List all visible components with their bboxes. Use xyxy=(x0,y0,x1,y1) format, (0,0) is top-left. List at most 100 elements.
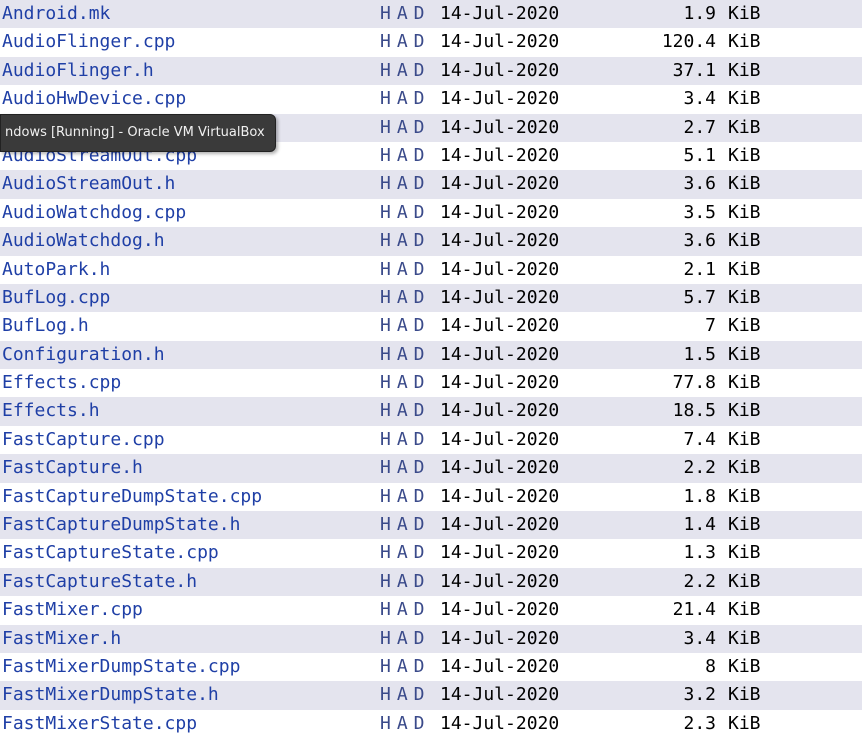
file-link[interactable]: Effects.h xyxy=(0,397,380,425)
had-links[interactable]: HAD xyxy=(380,85,440,113)
file-link[interactable]: AudioWatchdog.h xyxy=(0,227,380,255)
file-size: 7 xyxy=(600,312,720,340)
had-links[interactable]: HAD xyxy=(380,114,440,142)
file-link[interactable]: FastCaptureDumpState.cpp xyxy=(0,483,380,511)
file-link[interactable]: FastCaptureState.cpp xyxy=(0,539,380,567)
file-size: 1.8 xyxy=(600,483,720,511)
file-link[interactable]: FastCapture.cpp xyxy=(0,426,380,454)
file-date: 14-Jul-2020 xyxy=(440,539,600,567)
file-row: FastMixerDumpState.hHAD14-Jul-20203.2KiB xyxy=(0,681,862,709)
file-date: 14-Jul-2020 xyxy=(440,227,600,255)
file-size-unit: KiB xyxy=(720,142,770,170)
file-date: 14-Jul-2020 xyxy=(440,142,600,170)
had-links[interactable]: HAD xyxy=(380,710,440,738)
file-date: 14-Jul-2020 xyxy=(440,426,600,454)
file-size-unit: KiB xyxy=(720,397,770,425)
virtualbox-tooltip: ndows [Running] - Oracle VM VirtualBox xyxy=(0,114,276,152)
file-link[interactable]: AutoPark.h xyxy=(0,256,380,284)
file-listing: Android.mkHAD14-Jul-20201.9KiBAudioFling… xyxy=(0,0,862,738)
file-link[interactable]: FastCapture.h xyxy=(0,454,380,482)
had-links[interactable]: HAD xyxy=(380,284,440,312)
file-link[interactable]: BufLog.h xyxy=(0,312,380,340)
file-link[interactable]: AudioHwDevice.cpp xyxy=(0,85,380,113)
had-links[interactable]: HAD xyxy=(380,0,440,28)
file-row: FastMixer.hHAD14-Jul-20203.4KiB xyxy=(0,625,862,653)
had-links[interactable]: HAD xyxy=(380,539,440,567)
file-link[interactable]: Android.mk xyxy=(0,0,380,28)
file-row: AutoPark.hHAD14-Jul-20202.1KiB xyxy=(0,256,862,284)
had-links[interactable]: HAD xyxy=(380,483,440,511)
had-links[interactable]: HAD xyxy=(380,341,440,369)
had-links[interactable]: HAD xyxy=(380,142,440,170)
file-date: 14-Jul-2020 xyxy=(440,341,600,369)
file-link[interactable]: FastMixer.h xyxy=(0,625,380,653)
had-links[interactable]: HAD xyxy=(380,227,440,255)
file-date: 14-Jul-2020 xyxy=(440,28,600,56)
file-size: 2.3 xyxy=(600,710,720,738)
file-size-unit: KiB xyxy=(720,85,770,113)
had-links[interactable]: HAD xyxy=(380,199,440,227)
had-links[interactable]: HAD xyxy=(380,426,440,454)
had-links[interactable]: HAD xyxy=(380,170,440,198)
file-row: FastCaptureState.cppHAD14-Jul-20201.3KiB xyxy=(0,539,862,567)
file-size-unit: KiB xyxy=(720,312,770,340)
file-size: 120.4 xyxy=(600,28,720,56)
had-links[interactable]: HAD xyxy=(380,653,440,681)
file-size-unit: KiB xyxy=(720,568,770,596)
file-date: 14-Jul-2020 xyxy=(440,511,600,539)
file-size: 2.7 xyxy=(600,114,720,142)
file-size-unit: KiB xyxy=(720,57,770,85)
had-links[interactable]: HAD xyxy=(380,57,440,85)
file-size-unit: KiB xyxy=(720,454,770,482)
file-size-unit: KiB xyxy=(720,114,770,142)
had-links[interactable]: HAD xyxy=(380,28,440,56)
file-row: Configuration.hHAD14-Jul-20201.5KiB xyxy=(0,341,862,369)
file-date: 14-Jul-2020 xyxy=(440,114,600,142)
file-date: 14-Jul-2020 xyxy=(440,0,600,28)
file-link[interactable]: AudioFlinger.cpp xyxy=(0,28,380,56)
file-link[interactable]: Configuration.h xyxy=(0,341,380,369)
had-links[interactable]: HAD xyxy=(380,596,440,624)
file-date: 14-Jul-2020 xyxy=(440,199,600,227)
file-row: FastCapture.hHAD14-Jul-20202.2KiB xyxy=(0,454,862,482)
file-size: 1.5 xyxy=(600,341,720,369)
file-size: 1.3 xyxy=(600,539,720,567)
file-size: 3.6 xyxy=(600,227,720,255)
file-size: 5.7 xyxy=(600,284,720,312)
file-row: FastMixerState.cppHAD14-Jul-20202.3KiB xyxy=(0,710,862,738)
had-links[interactable]: HAD xyxy=(380,625,440,653)
file-link[interactable]: FastMixerState.cpp xyxy=(0,710,380,738)
had-links[interactable]: HAD xyxy=(380,312,440,340)
had-links[interactable]: HAD xyxy=(380,454,440,482)
had-links[interactable]: HAD xyxy=(380,568,440,596)
file-size-unit: KiB xyxy=(720,199,770,227)
had-links[interactable]: HAD xyxy=(380,256,440,284)
had-links[interactable]: HAD xyxy=(380,369,440,397)
file-date: 14-Jul-2020 xyxy=(440,596,600,624)
file-size-unit: KiB xyxy=(720,28,770,56)
file-link[interactable]: AudioWatchdog.cpp xyxy=(0,199,380,227)
file-link[interactable]: FastCaptureState.h xyxy=(0,568,380,596)
file-link[interactable]: FastCaptureDumpState.h xyxy=(0,511,380,539)
file-date: 14-Jul-2020 xyxy=(440,653,600,681)
file-link[interactable]: AudioStreamOut.h xyxy=(0,170,380,198)
file-link[interactable]: BufLog.cpp xyxy=(0,284,380,312)
file-link[interactable]: FastMixerDumpState.h xyxy=(0,681,380,709)
file-size: 7.4 xyxy=(600,426,720,454)
file-row: BufLog.cppHAD14-Jul-20205.7KiB xyxy=(0,284,862,312)
file-row: Effects.cppHAD14-Jul-202077.8KiB xyxy=(0,369,862,397)
file-size: 37.1 xyxy=(600,57,720,85)
had-links[interactable]: HAD xyxy=(380,511,440,539)
file-date: 14-Jul-2020 xyxy=(440,710,600,738)
file-date: 14-Jul-2020 xyxy=(440,256,600,284)
file-link[interactable]: Effects.cpp xyxy=(0,369,380,397)
file-size-unit: KiB xyxy=(720,284,770,312)
file-link[interactable]: FastMixer.cpp xyxy=(0,596,380,624)
file-size-unit: KiB xyxy=(720,681,770,709)
had-links[interactable]: HAD xyxy=(380,681,440,709)
had-links[interactable]: HAD xyxy=(380,397,440,425)
file-link[interactable]: AudioFlinger.h xyxy=(0,57,380,85)
file-size-unit: KiB xyxy=(720,369,770,397)
file-size-unit: KiB xyxy=(720,256,770,284)
file-link[interactable]: FastMixerDumpState.cpp xyxy=(0,653,380,681)
